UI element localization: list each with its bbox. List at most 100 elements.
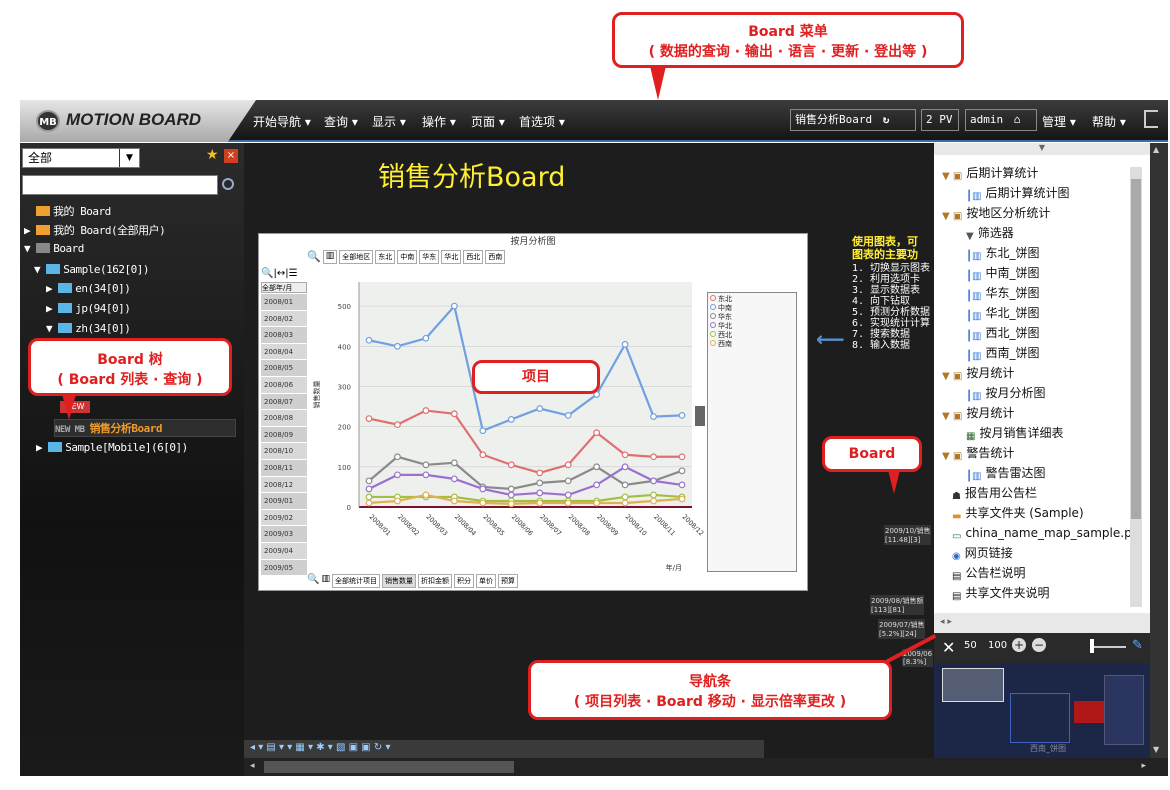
tree-item-sample-mobile[interactable]: ▶ Sample[Mobile](6[0]) — [36, 441, 188, 454]
tab-measure-discount[interactable]: 折扣金额 — [417, 574, 452, 588]
tree-item-zh[interactable]: ▼ zh(34[0]) — [46, 322, 131, 335]
item-tree-node[interactable]: ☗ 报告用公告栏 — [942, 483, 1132, 503]
legend-item[interactable]: 中南 — [710, 304, 794, 313]
row-item[interactable]: 2008/10 — [261, 443, 307, 460]
row-item[interactable]: 2009/03 — [261, 526, 307, 543]
tab-measure-points[interactable]: 积分 — [453, 574, 474, 588]
zoom-50-button[interactable]: 50 — [964, 640, 977, 651]
legend-item[interactable]: 西南 — [710, 340, 794, 349]
tree-item-board[interactable]: ▼ Board — [24, 242, 84, 255]
item-tree-node[interactable]: ┃▥ 按月分析图 — [942, 383, 1132, 403]
tree-item-sample[interactable]: ▼ Sample(162[0]) — [34, 263, 149, 276]
menu-page[interactable]: 页面 ▾ — [471, 113, 505, 130]
item-tree-node[interactable]: ▼ ▣ 按地区分析统计 — [942, 203, 1132, 223]
item-tree-node[interactable]: ┃▥ 警告雷达图 — [942, 463, 1132, 483]
item-tree-node[interactable]: ▭ china_name_map_sample.p — [942, 523, 1132, 543]
pen-icon[interactable]: ✎ — [1132, 638, 1143, 653]
item-tree-node[interactable]: ▤ 共享文件夹说明 — [942, 583, 1132, 603]
legend-item[interactable]: 东北 — [710, 295, 794, 304]
row-item[interactable]: 2008/07 — [261, 393, 307, 411]
filter-select[interactable]: 全部 ▼ — [22, 148, 140, 168]
tree-search-input[interactable] — [22, 175, 218, 195]
chevron-down-icon[interactable]: ▼ — [119, 149, 139, 167]
item-list-scrollbar[interactable] — [1130, 167, 1142, 607]
favorite-star-icon[interactable]: ★ — [206, 147, 219, 163]
tab-measure-budget[interactable]: 预算 — [497, 574, 518, 588]
tree-item-my-board[interactable]: 我的 Board — [36, 203, 111, 219]
item-tree-node[interactable]: ┃▥ 东北_饼图 — [942, 243, 1132, 263]
row-item[interactable]: 2009/04 — [261, 542, 307, 560]
logout-icon[interactable] — [1144, 110, 1158, 128]
search-icon[interactable] — [222, 178, 234, 190]
current-board-box[interactable]: 销售分析Board ↻ — [790, 109, 916, 131]
zoom-100-button[interactable]: 100 — [988, 640, 1007, 651]
scrollbar-thumb[interactable] — [1131, 179, 1141, 519]
row-item[interactable]: 2009/02 — [261, 509, 307, 527]
monthly-chart-panel[interactable]: 按月分析图 🔍 ▥ 全部地区 东北 中南 华东 华北 西北 西南 🔍|↔|☰ 全… — [258, 233, 808, 591]
row-item[interactable]: 2008/08 — [261, 410, 307, 427]
tab-region-central[interactable]: 中南 — [397, 250, 418, 264]
item-tree-node[interactable]: ┃▥ 华东_饼图 — [942, 283, 1132, 303]
search-icon[interactable]: 🔍 — [307, 250, 321, 264]
tab-region-southwest[interactable]: 西南 — [485, 250, 506, 264]
main-vertical-scrollbar[interactable]: ▲ ▼ — [1150, 143, 1168, 758]
item-tree-node[interactable]: ▼ ▣ 按月统计 — [942, 363, 1132, 383]
tab-region-northwest[interactable]: 西北 — [463, 250, 484, 264]
item-tree-node[interactable]: ┃▥ 中南_饼图 — [942, 263, 1132, 283]
minimap-viewport[interactable] — [942, 668, 1004, 702]
menu-preferences[interactable]: 首选项 ▾ — [519, 113, 565, 130]
row-item[interactable]: 2008/11 — [261, 459, 307, 477]
item-tree-node[interactable]: ▼ ▣ 按月统计 — [942, 403, 1132, 423]
chart-icon[interactable]: ▥ — [322, 250, 338, 264]
row-item[interactable]: 2008/05 — [261, 360, 307, 377]
zoom-slider-handle[interactable] — [1090, 639, 1094, 653]
tab-measure-qty[interactable]: 销售数量 — [381, 574, 416, 588]
row-item[interactable]: 2008/04 — [261, 343, 307, 361]
chart-icon[interactable]: ▥ — [321, 574, 330, 588]
legend-item[interactable]: 西北 — [710, 331, 794, 340]
tab-region-north[interactable]: 华北 — [441, 250, 462, 264]
item-tree-node[interactable]: ▼ 筛选器 — [942, 223, 1132, 243]
row-item[interactable]: 2009/01 — [261, 493, 307, 510]
item-tree-node[interactable]: ◉ 网页链接 — [942, 543, 1132, 563]
fit-icon[interactable]: ✕ — [942, 638, 955, 657]
tab-measure-price[interactable]: 单价 — [475, 574, 496, 588]
menu-query[interactable]: 查询 ▾ — [324, 113, 358, 130]
legend-item[interactable]: 华东 — [710, 313, 794, 322]
item-tree-node[interactable]: ▬ 共享文件夹 (Sample) — [942, 503, 1132, 523]
menu-start-nav[interactable]: 开始导航 ▾ — [253, 113, 311, 130]
reload-icon[interactable]: ↻ — [883, 113, 890, 126]
row-item[interactable]: 2008/12 — [261, 476, 307, 494]
item-tree-node[interactable]: ▼ ▣ 后期计算统计 — [942, 163, 1132, 183]
tree-item-my-board-all[interactable]: ▶ 我的 Board(全部用户) — [24, 222, 166, 238]
search-icon[interactable]: 🔍 — [307, 574, 319, 588]
row-item[interactable]: 2008/03 — [261, 327, 307, 344]
tree-item-sales-board[interactable]: NEW MB 销售分析Board — [54, 419, 236, 437]
row-item[interactable]: 2008/09 — [261, 426, 307, 444]
tree-item-jp[interactable]: ▶ jp(94[0]) — [46, 302, 131, 315]
row-item[interactable]: 2008/02 — [261, 310, 307, 328]
collapse-arrow-icon[interactable]: ▼ — [934, 143, 1150, 155]
tree-item-en[interactable]: ▶ en(34[0]) — [46, 282, 131, 295]
zoom-slider[interactable] — [1090, 646, 1126, 648]
row-item[interactable]: 2008/01 — [261, 294, 307, 311]
menu-operation[interactable]: 操作 ▾ — [422, 113, 456, 130]
item-tree-node[interactable]: ▦ 按月销售详细表 — [942, 423, 1132, 443]
main-horizontal-scrollbar[interactable]: ◂ ▸ — [244, 758, 1168, 776]
toolbar-icons[interactable]: ◂ ▾ ▤ ▾ ▾ ▦ ▾ ✱ ▾ ▧ ▣ ▣ ↻ ▾ — [244, 740, 764, 755]
zoom-in-icon[interactable]: + — [1012, 638, 1026, 652]
tab-measure-all[interactable]: 全部统计项目 — [331, 574, 380, 588]
tab-region-east[interactable]: 华东 — [419, 250, 440, 264]
zoom-out-icon[interactable]: − — [1032, 638, 1046, 652]
item-tree-node[interactable]: ┃▥ 华北_饼图 — [942, 303, 1132, 323]
line-chart[interactable]: 01002003004005002008/01 2008/02 2008/03 200… — [307, 272, 707, 572]
menu-admin[interactable]: 管理 ▾ — [1042, 113, 1076, 130]
close-icon[interactable]: × — [224, 149, 238, 163]
item-tree-node[interactable]: ▤ 公告栏说明 — [942, 563, 1132, 583]
menu-help[interactable]: 帮助 ▾ — [1092, 113, 1126, 130]
home-icon[interactable]: ⌂ — [1014, 113, 1021, 126]
legend-item[interactable]: 华北 — [710, 322, 794, 331]
scrollbar-thumb[interactable] — [264, 761, 514, 773]
item-tree-node[interactable]: ┃▥ 西北_饼图 — [942, 323, 1132, 343]
bottom-toolbar[interactable]: ◂ ▾ ▤ ▾ ▾ ▦ ▾ ✱ ▾ ▧ ▣ ▣ ↻ ▾ — [244, 740, 764, 758]
